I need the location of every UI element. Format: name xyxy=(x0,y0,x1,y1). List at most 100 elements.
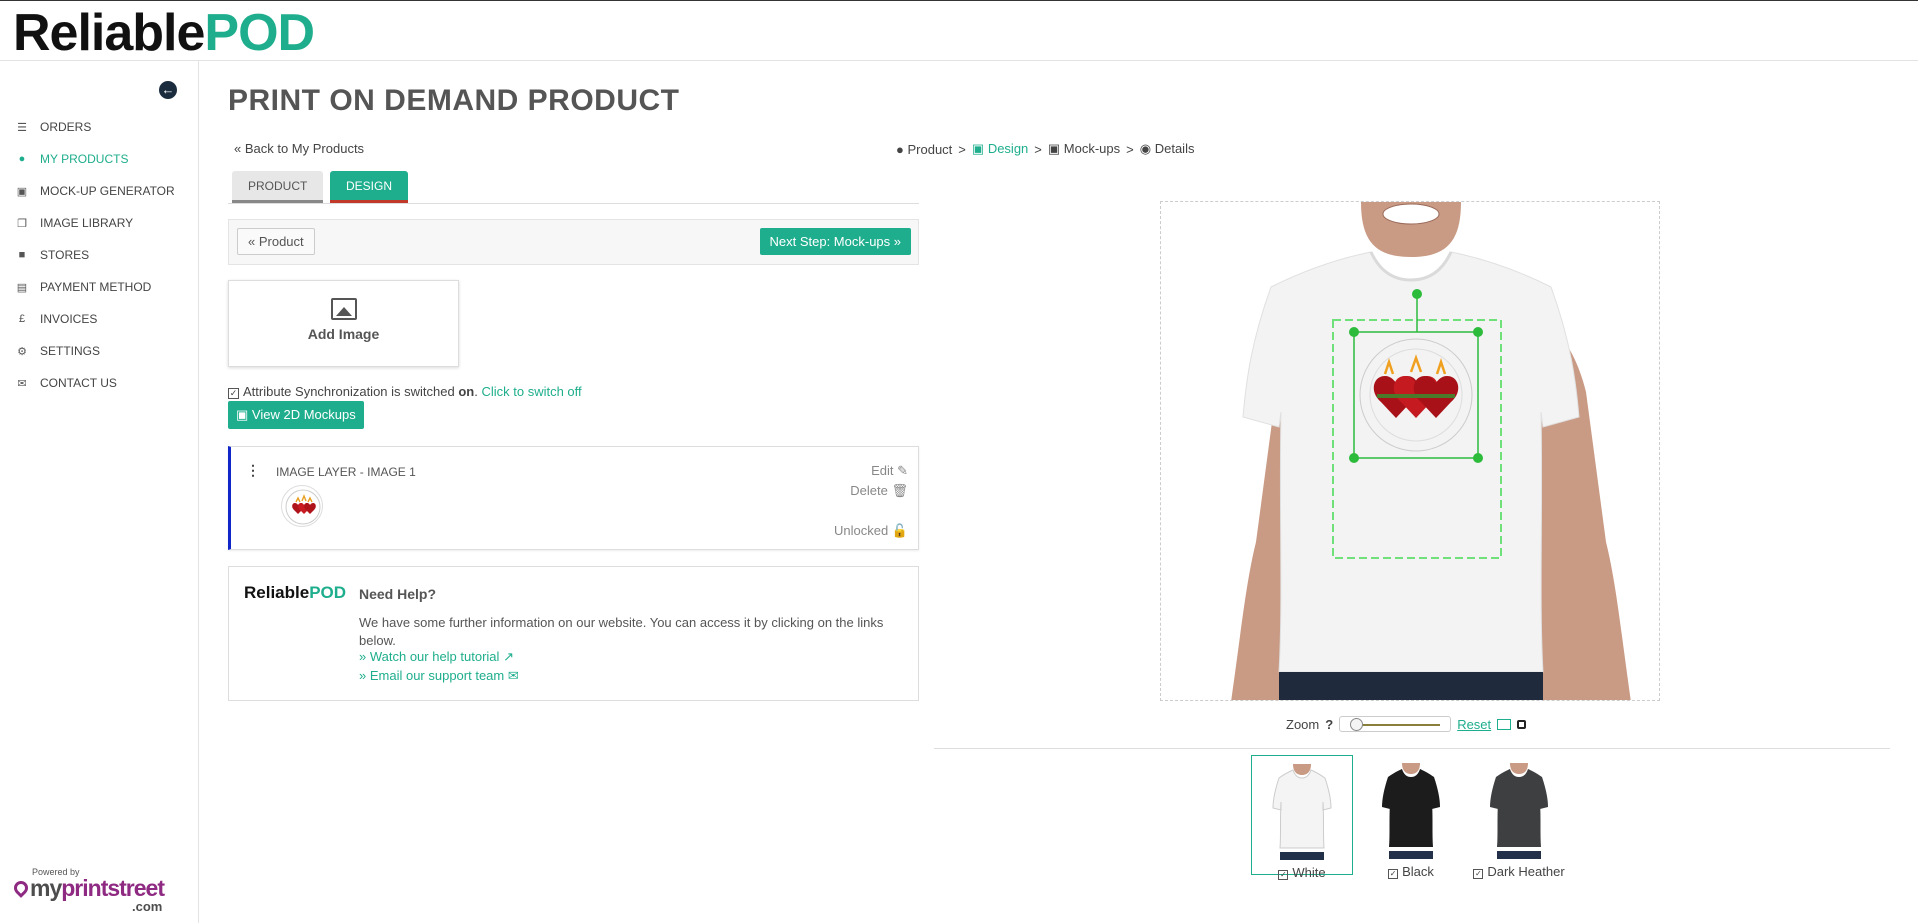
help-tutorial-link[interactable]: » Watch our help tutorial ↗ xyxy=(359,649,514,665)
eye-icon: ◉ xyxy=(1139,141,1152,156)
myprintstreet-wordmark: myprintstreet xyxy=(30,875,165,901)
pound-icon: £ xyxy=(18,313,26,325)
sidebar: ← ☰ ORDERS ● MY PRODUCTS ▣ MOCK-UP GENERATO… xyxy=(0,61,199,923)
zoom-label: Zoom xyxy=(1286,716,1320,732)
sidebar-item-image-library[interactable]: ❐ IMAGE LIBRARY xyxy=(15,213,133,233)
add-image-button[interactable]: Add Image xyxy=(228,280,459,367)
trash-icon: 🗑 xyxy=(891,483,908,498)
breadcrumb-separator: > xyxy=(1126,141,1134,157)
back-to-products-link[interactable]: « Back to My Products xyxy=(234,141,364,156)
layer-title: IMAGE LAYER - IMAGE 1 xyxy=(276,465,416,479)
color-swatch-black[interactable]: ✓ Black xyxy=(1360,755,1462,879)
cart-icon: ■ xyxy=(18,249,26,261)
tshirt-thumbnail xyxy=(1382,763,1440,859)
previous-step-button[interactable]: « Product xyxy=(237,228,315,255)
sidebar-item-stores[interactable]: ■ STORES xyxy=(15,245,89,265)
logo-text-part1: Reliable xyxy=(13,4,205,62)
color-swatch-white[interactable]: ✓ White xyxy=(1251,755,1353,880)
zoom-slider-handle[interactable] xyxy=(1350,718,1364,731)
breadcrumb-separator: > xyxy=(958,141,966,157)
sidebar-item-label: SETTINGS xyxy=(40,344,101,358)
lock-layer-toggle[interactable]: Unlocked 🔓 xyxy=(834,523,908,539)
switch-off-sync-link[interactable]: Click to switch off xyxy=(481,384,581,399)
users-icon: ● xyxy=(18,153,26,165)
tshirt-thumbnail xyxy=(1272,764,1332,860)
map-pin-icon xyxy=(11,878,31,898)
myprintstreet-logo[interactable]: Powered by myprintstreet .com xyxy=(11,867,174,914)
copy-icon: ❐ xyxy=(17,217,27,230)
sync-state: on xyxy=(458,384,475,399)
sidebar-item-label: IMAGE LIBRARY xyxy=(40,216,134,230)
zoom-controls: Zoom ? Reset xyxy=(1286,716,1527,732)
myprintstreet-domain: .com xyxy=(132,899,163,914)
check-square-icon: ✓ xyxy=(1278,870,1289,880)
sidebar-item-label: STORES xyxy=(40,248,90,262)
tshirt-mockup xyxy=(1161,202,1659,700)
envelope-icon: ✉ xyxy=(17,377,27,390)
breadcrumb-design[interactable]: ▣ Design xyxy=(972,141,1028,157)
collapse-sidebar-icon[interactable]: ← xyxy=(159,81,177,99)
drag-handle-icon[interactable]: ⋮ xyxy=(246,462,260,479)
tab-design[interactable]: DESIGN xyxy=(330,171,409,203)
sidebar-item-orders[interactable]: ☰ ORDERS xyxy=(15,117,91,137)
tab-divider xyxy=(228,203,919,204)
sidebar-item-payment-method[interactable]: ▤ PAYMENT METHOD xyxy=(15,277,152,297)
sidebar-item-mock-up-generator[interactable]: ▣ MOCK-UP GENERATOR xyxy=(15,181,175,201)
color-swatch-dark-heather[interactable]: ✓ Dark Heather xyxy=(1468,755,1570,879)
tab-product[interactable]: PRODUCT xyxy=(232,171,324,203)
breadcrumb: ● Product > ▣ Design > ▣ Mock-ups > ◉ De… xyxy=(896,141,1194,157)
square-toggle-icon[interactable] xyxy=(1517,719,1527,729)
check-square-icon: ✓ xyxy=(1473,869,1484,879)
sidebar-item-label: PAYMENT METHOD xyxy=(40,280,152,294)
reset-zoom-link[interactable]: Reset xyxy=(1457,717,1491,732)
edit-layer-button[interactable]: Edit ✎ xyxy=(871,463,908,479)
sidebar-item-label: ORDERS xyxy=(40,120,92,134)
edit-icon: ✎ xyxy=(897,463,908,478)
image-layer-card[interactable]: ⋮ IMAGE LAYER - IMAGE 1 Edit ✎ Delete 🗑 … xyxy=(228,446,919,550)
email-support-link[interactable]: » Email our support team ✉ xyxy=(359,668,519,684)
step-navigation-bar: « Product Next Step: Mock-ups » xyxy=(228,219,919,265)
gear-icon: ⚙ xyxy=(17,345,27,358)
layer-thumbnail xyxy=(281,485,323,527)
envelope-icon: ✉ xyxy=(507,668,519,683)
logo-text-part2: POD xyxy=(204,4,315,62)
image-icon: ▣ xyxy=(236,407,249,422)
help-title: Need Help? xyxy=(359,586,437,602)
zoom-slider[interactable] xyxy=(1339,716,1452,732)
image-icon: ▣ xyxy=(16,185,28,198)
external-link-icon: ↗ xyxy=(503,649,514,664)
users-icon: ● xyxy=(896,141,904,157)
color-swatch-label: ✓ Black xyxy=(1388,864,1434,879)
credit-card-icon: ▤ xyxy=(16,281,28,294)
check-square-icon: ✓ xyxy=(228,388,239,399)
swatch-divider xyxy=(934,748,1890,749)
sidebar-item-label: CONTACT US xyxy=(40,376,117,390)
sidebar-item-contact-us[interactable]: ✉ CONTACT US xyxy=(15,373,117,393)
breadcrumb-separator: > xyxy=(1034,141,1042,157)
fullscreen-icon[interactable] xyxy=(1497,718,1512,730)
sidebar-item-label: INVOICES xyxy=(40,312,98,326)
unlock-icon: 🔓 xyxy=(891,523,908,538)
design-preview-canvas[interactable] xyxy=(1160,201,1660,701)
breadcrumb-details[interactable]: ◉ Details xyxy=(1140,141,1195,157)
sidebar-item-label: MY PRODUCTS xyxy=(40,152,129,166)
image-icon xyxy=(330,298,357,320)
help-panel: ReliablePOD Need Help? We have some furt… xyxy=(228,566,919,701)
breadcrumb-mockups[interactable]: ▣ Mock-ups xyxy=(1048,141,1120,157)
page-title: PRINT ON DEMAND PRODUCT xyxy=(228,84,680,117)
check-square-icon: ✓ xyxy=(1388,869,1399,879)
sidebar-item-my-products[interactable]: ● MY PRODUCTS xyxy=(15,149,129,169)
reliablepod-logo: ReliablePOD xyxy=(244,583,347,602)
question-icon[interactable]: ? xyxy=(1325,717,1333,732)
delete-layer-button[interactable]: Delete 🗑 xyxy=(850,483,908,499)
image-icon: ▣ xyxy=(971,141,985,156)
reliablepod-logo[interactable]: ReliablePOD xyxy=(13,3,315,63)
color-swatch-label: ✓ White xyxy=(1278,865,1326,880)
next-step-button[interactable]: Next Step: Mock-ups » xyxy=(759,228,911,255)
file-image-icon: ▣ xyxy=(1047,141,1061,156)
sidebar-item-settings[interactable]: ⚙ SETTINGS xyxy=(15,341,100,361)
sidebar-item-invoices[interactable]: £ INVOICES xyxy=(15,309,97,329)
view-2d-mockups-button[interactable]: ▣ View 2D Mockups xyxy=(228,401,364,429)
breadcrumb-product[interactable]: ● Product xyxy=(896,142,952,157)
help-text: We have some further information on our … xyxy=(359,615,884,648)
